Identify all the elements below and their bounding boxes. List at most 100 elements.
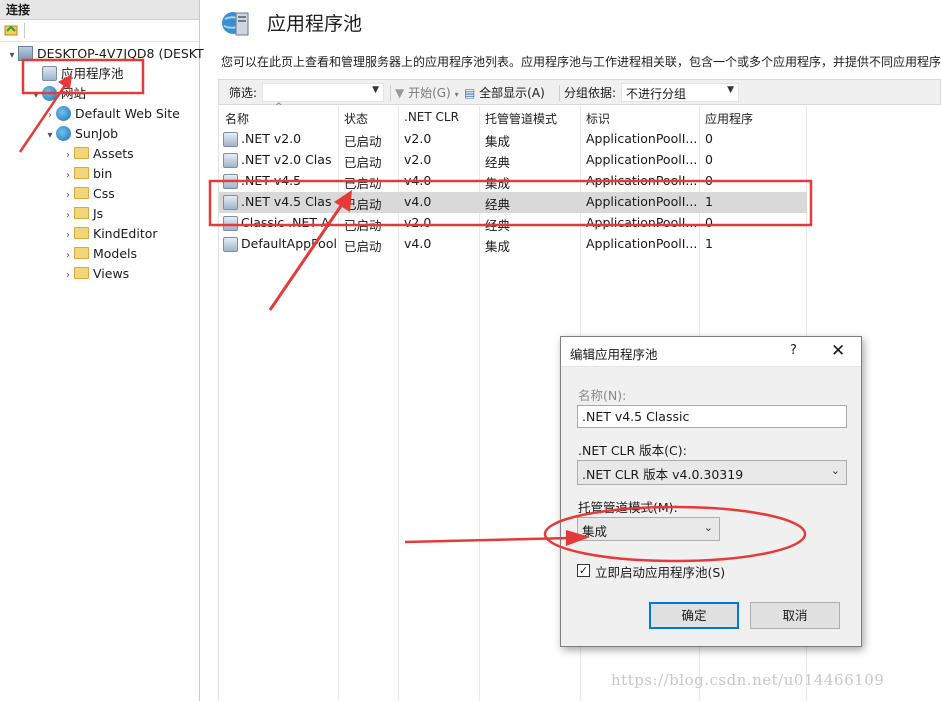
tree-item-label: Default Web Site — [75, 106, 180, 121]
globe-icon — [56, 106, 71, 121]
chevron-right-icon[interactable]: › — [62, 146, 74, 166]
cell-name: Classic .NET A — [241, 215, 330, 230]
table-row[interactable]: .NET v2.0 已启动 v2.0 集成 ApplicationPoolI... 0 — [219, 129, 807, 150]
pipeline-mode-select[interactable]: 集成 ⌄ — [577, 517, 720, 541]
folder-icon — [74, 147, 89, 159]
folder-icon — [74, 227, 89, 239]
chevron-right-icon[interactable]: › — [62, 166, 74, 186]
tree-item-label: Assets — [93, 146, 134, 161]
funnel-icon: ▼ — [395, 86, 405, 100]
cell-apps: 1 — [705, 194, 713, 209]
tree-item[interactable]: › Default Web Site — [44, 104, 180, 124]
cell-mode: 集成 — [485, 176, 511, 191]
cell-mode: 经典 — [485, 155, 511, 170]
folder-icon — [74, 207, 89, 219]
group-by-select[interactable]: 不进行分组 ▼ — [621, 83, 739, 102]
tree-item[interactable]: ▾ SunJob — [44, 124, 118, 144]
tree-item[interactable]: ▾ 网站 — [30, 84, 86, 104]
table-row[interactable]: Classic .NET A 已启动 v2.0 经典 ApplicationPoolI.… — [219, 213, 807, 234]
watermark: https://blog.csdn.net/u014466109 — [611, 671, 885, 689]
cell-clr: v4.0 — [404, 236, 432, 251]
column-header-identity[interactable]: 标识 — [586, 110, 610, 127]
cell-name: .NET v4.5 — [241, 173, 302, 188]
table-row[interactable]: DefaultAppPool 已启动 v4.0 集成 ApplicationPoolI.… — [219, 234, 807, 255]
cell-clr: v2.0 — [404, 131, 432, 146]
globe-icon — [42, 86, 57, 101]
chevron-right-icon[interactable]: › — [62, 246, 74, 266]
cell-clr: v2.0 — [404, 152, 432, 167]
chevron-down-icon[interactable]: ▾ — [6, 46, 18, 66]
app-pool-title-icon — [222, 12, 249, 36]
toolbar-separator — [559, 85, 560, 101]
page-title: 应用程序池 — [267, 13, 363, 35]
tree-item-label: Views — [93, 266, 130, 281]
chevron-down-icon: ⌄ — [703, 521, 713, 534]
app-pool-icon — [223, 195, 238, 210]
tree-item-label: Css — [93, 186, 115, 201]
column-header-clr[interactable]: .NET CLR — [404, 110, 459, 124]
tree-item[interactable]: 应用程序池 — [30, 64, 124, 84]
cell-mode: 集成 — [485, 134, 511, 149]
start-button[interactable]: ▼ 开始(G) ▾ — [395, 84, 459, 101]
app-pool-icon — [223, 237, 238, 252]
clr-version-value: .NET CLR 版本 v4.0.30319 — [582, 467, 744, 482]
cell-identity: ApplicationPoolI... — [586, 173, 696, 188]
table-row[interactable]: .NET v4.5 已启动 v4.0 集成 ApplicationPoolI... 0 — [219, 171, 807, 192]
chevron-right-icon[interactable]: › — [62, 206, 74, 226]
connect-icon[interactable] — [4, 23, 18, 37]
chevron-right-icon[interactable]: › — [44, 106, 56, 126]
ok-button[interactable]: 确定 — [649, 602, 739, 629]
start-immediately-checkbox[interactable]: ✓ — [577, 564, 590, 577]
tree-item[interactable]: › Models — [62, 244, 137, 264]
column-header-applications[interactable]: 应用程序 — [705, 110, 753, 127]
start-immediately-label[interactable]: 立即启动应用程序池(S) — [595, 562, 725, 581]
cell-clr: v2.0 — [404, 215, 432, 230]
chevron-down-icon: ▼ — [372, 85, 379, 95]
name-field[interactable]: .NET v4.5 Classic — [577, 405, 847, 428]
cell-apps: 0 — [705, 131, 713, 146]
clr-version-select[interactable]: .NET CLR 版本 v4.0.30319 ⌄ — [577, 460, 847, 485]
tree-item-label: Models — [93, 246, 138, 261]
tree-item[interactable]: › Css — [62, 184, 115, 204]
tree-item[interactable]: › bin — [62, 164, 112, 184]
chevron-right-icon[interactable]: › — [62, 186, 74, 206]
cell-apps: 0 — [705, 173, 713, 188]
sort-ascending-icon: ^ — [275, 102, 283, 112]
close-icon[interactable]: ✕ — [831, 341, 845, 361]
folder-icon — [74, 187, 89, 199]
pipeline-mode-value: 集成 — [582, 524, 608, 539]
name-label: 名称(N): — [578, 388, 627, 403]
help-icon[interactable]: ? — [790, 343, 797, 358]
tree-item[interactable]: › Views — [62, 264, 129, 284]
chevron-down-icon[interactable]: ▾ — [44, 126, 56, 146]
chevron-right-icon[interactable]: › — [62, 266, 74, 286]
column-header-status[interactable]: 状态 — [344, 110, 368, 127]
cell-status: 已启动 — [344, 197, 382, 212]
cancel-button[interactable]: 取消 — [750, 602, 840, 629]
clr-version-label: .NET CLR 版本(C): — [578, 443, 687, 458]
chevron-down-icon: ▼ — [727, 85, 734, 95]
chevron-down-icon[interactable]: ▾ — [30, 86, 42, 106]
toolbar-separator — [390, 85, 391, 101]
tree-item[interactable]: › Assets — [62, 144, 134, 164]
table-row[interactable]: .NET v2.0 Clas 已启动 v2.0 经典 ApplicationPoolI.… — [219, 150, 807, 171]
table-row[interactable]: .NET v4.5 Clas 已启动 v4.0 经典 ApplicationPoolI.… — [219, 192, 807, 213]
cell-mode: 经典 — [485, 197, 511, 212]
cell-identity: ApplicationPoolI... — [586, 215, 696, 230]
app-pool-icon — [223, 216, 238, 231]
tree-item[interactable]: › KindEditor — [62, 224, 158, 244]
cell-clr: v4.0 — [404, 194, 432, 209]
chevron-right-icon[interactable]: › — [62, 226, 74, 246]
tree-item[interactable]: › Js — [62, 204, 103, 224]
app-pool-icon — [223, 174, 238, 189]
column-header-pipeline[interactable]: 托管管道模式 — [485, 110, 557, 127]
server-icon — [18, 46, 33, 61]
tree-item-label: 网站 — [61, 86, 87, 101]
column-header-name[interactable]: 名称 — [225, 110, 249, 127]
cell-status: 已启动 — [344, 176, 382, 191]
dialog-titlebar[interactable]: 编辑应用程序池 ? ✕ — [561, 337, 861, 367]
show-all-button[interactable]: ▤ 全部显示(A) — [464, 84, 545, 101]
cell-identity: ApplicationPoolI... — [586, 194, 696, 209]
filter-input[interactable]: ▼ — [262, 83, 384, 102]
tree-item[interactable]: ▾ DESKTOP-4V7JQD8 (DESKT — [6, 44, 204, 64]
